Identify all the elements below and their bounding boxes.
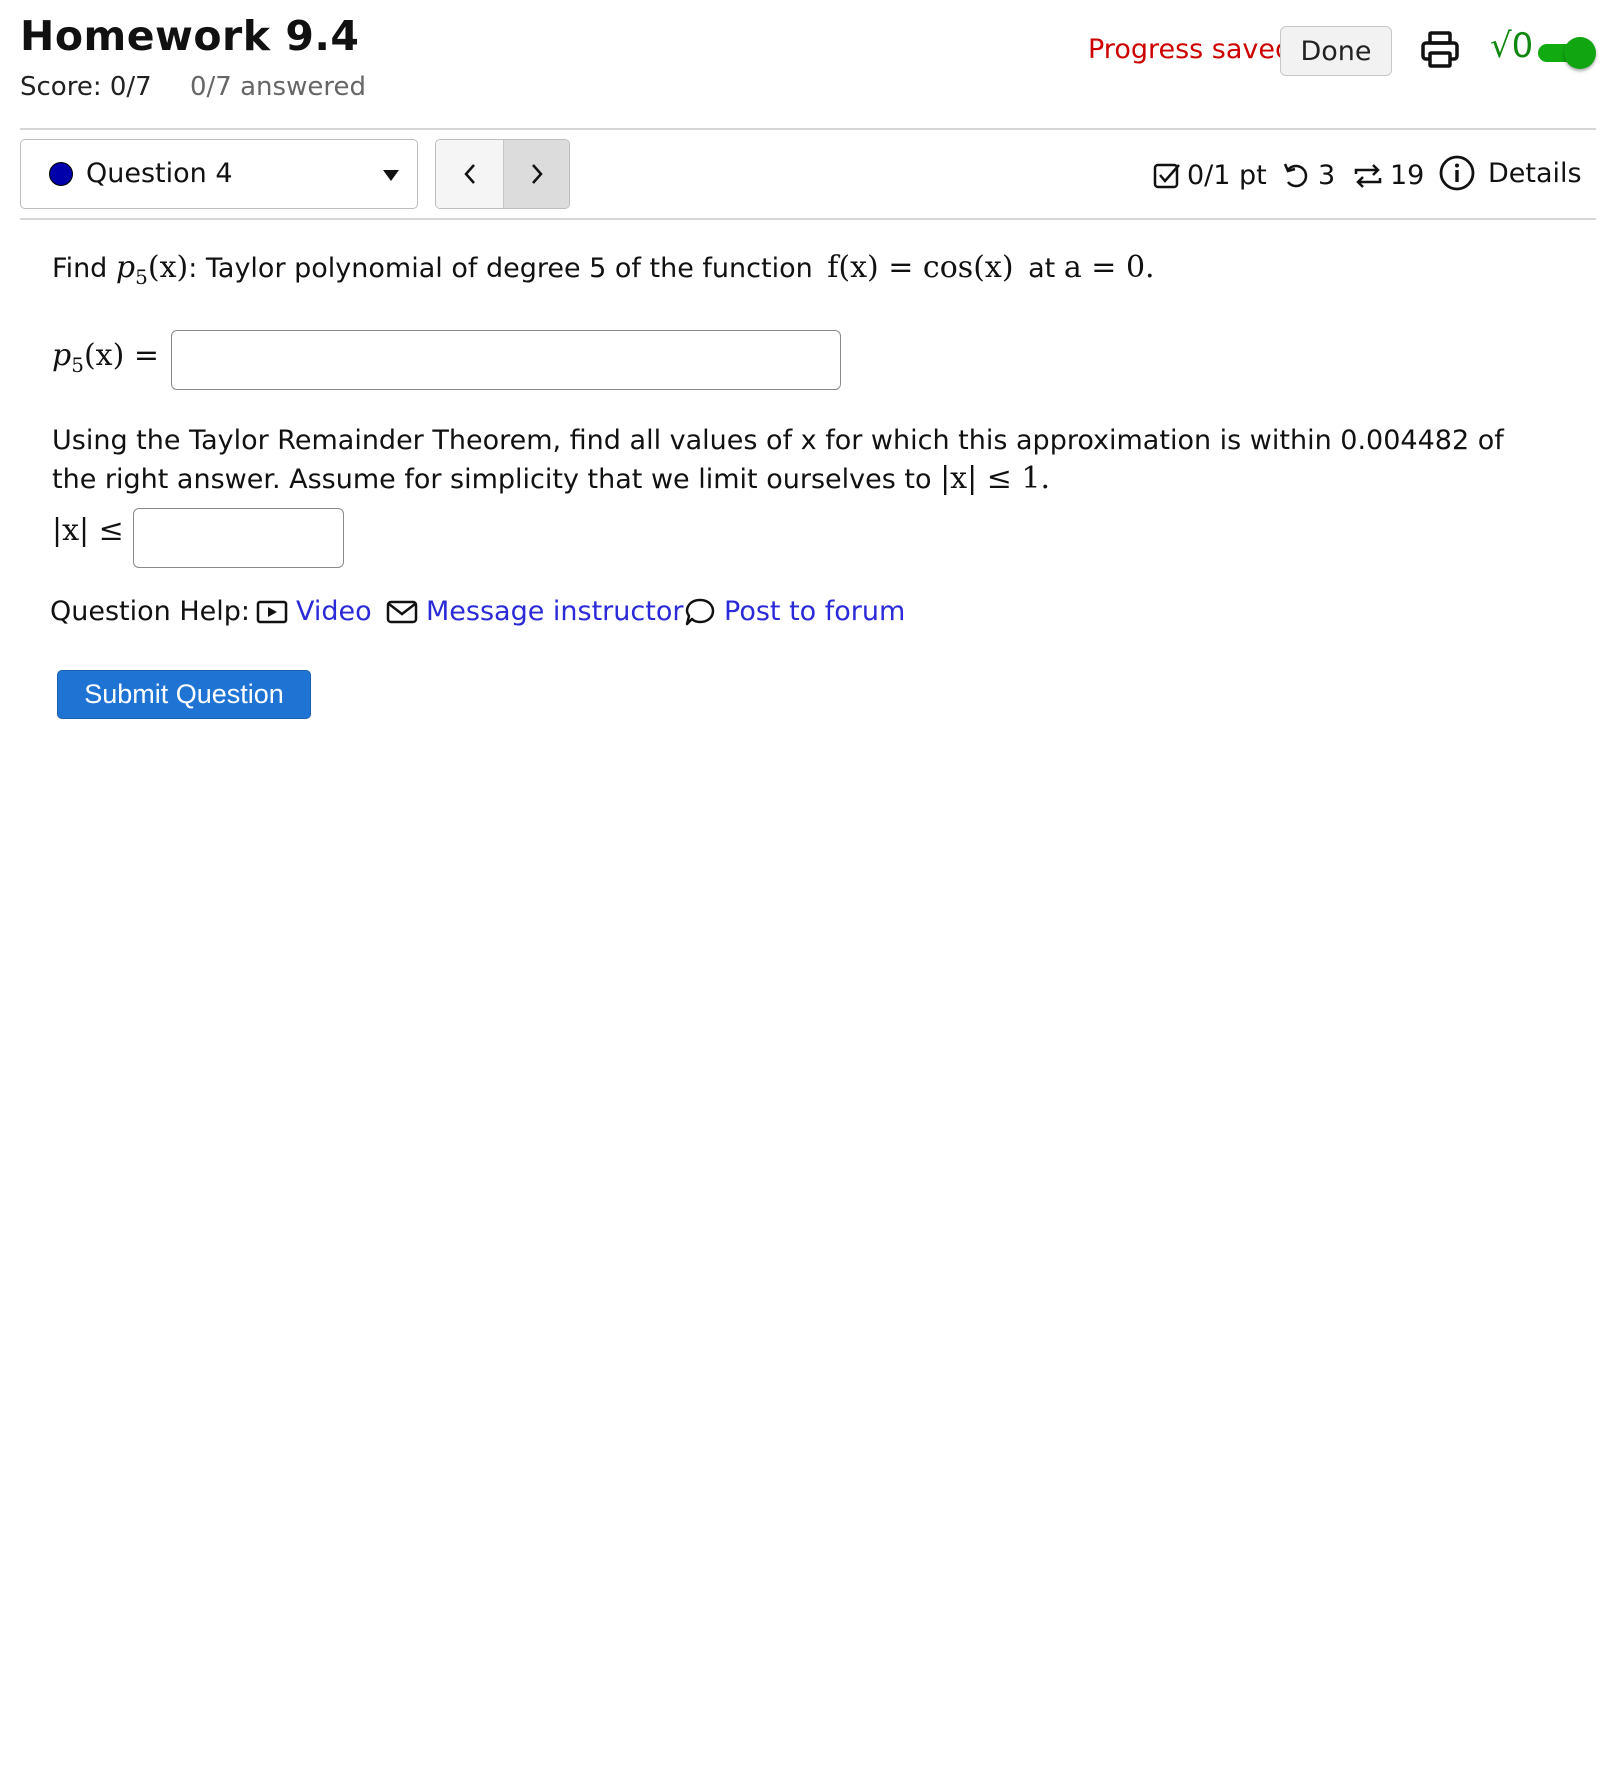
abs-limit-expression: |x| ≤ 1.	[940, 461, 1051, 496]
taylor-polynomial-input[interactable]	[171, 330, 841, 390]
message-instructor-link[interactable]: Message instructor	[386, 596, 683, 627]
p5-answer-symbol: p5(x) =	[52, 338, 159, 377]
progress-status: Progress saved	[1088, 34, 1293, 65]
find-text: : Taylor polynomial of degree 5 of the f…	[188, 253, 813, 284]
video-icon	[256, 600, 288, 623]
points-text: 0/1 pt	[1187, 160, 1267, 191]
page-title: Homework 9.4	[20, 12, 360, 60]
question-select[interactable]: Question 4	[20, 139, 418, 209]
question-select-label: Question 4	[86, 158, 233, 189]
info-icon	[1439, 155, 1475, 191]
post-to-forum-link[interactable]: Post to forum	[684, 596, 905, 627]
remainder-line-1: Using the Taylor Remainder Theorem, find…	[52, 425, 1504, 456]
answer1-label: p5(x) =	[52, 338, 159, 377]
at-label: at	[1028, 253, 1056, 284]
details-label: Details	[1488, 157, 1582, 189]
center-expression: a = 0.	[1063, 250, 1155, 285]
envelope-icon	[386, 600, 418, 623]
math-entry-toggle[interactable]	[1538, 37, 1596, 69]
question-help-label: Question Help:	[50, 596, 250, 627]
video-link[interactable]: Video	[256, 596, 372, 627]
toggle-knob	[1564, 37, 1596, 69]
points-indicator: 0/1 pt	[1153, 160, 1267, 191]
remainder-line-2: the right answer. Assume for simplicity …	[52, 461, 1051, 496]
answered-count: 0/7 answered	[190, 72, 366, 102]
previous-question-button[interactable]	[436, 140, 504, 208]
submit-question-button[interactable]: Submit Question	[57, 670, 311, 719]
chevron-right-icon	[531, 164, 543, 184]
header-divider	[20, 128, 1596, 130]
answer2-label: |x| ≤	[52, 513, 124, 548]
done-button[interactable]: Done	[1280, 26, 1392, 76]
question-status-dot	[49, 162, 73, 186]
math-entry-icon: √0	[1490, 26, 1534, 66]
score-text: Score: 0/7	[20, 72, 152, 102]
function-expression: f(x) = cos(x)	[827, 250, 1014, 285]
repeat-icon	[1354, 163, 1382, 188]
printer-icon[interactable]	[1420, 30, 1460, 70]
problem-statement: Find p5(x): Taylor polynomial of degree …	[52, 250, 1155, 289]
attempts-count: 19	[1390, 160, 1425, 191]
chevron-down-icon	[383, 170, 399, 181]
find-label: Find	[52, 253, 108, 284]
question-bar-divider	[20, 218, 1596, 220]
retries-count: 3	[1318, 160, 1336, 191]
next-question-button[interactable]	[504, 140, 569, 208]
retry-icon	[1283, 163, 1308, 187]
attempts-indicator: 19	[1352, 160, 1424, 191]
checkbox-icon	[1153, 163, 1180, 188]
chevron-left-icon	[463, 164, 475, 184]
x-bound-input[interactable]	[133, 508, 344, 568]
question-nav	[435, 139, 570, 209]
retries-indicator: 3	[1282, 160, 1335, 191]
details-link[interactable]: Details	[1438, 154, 1582, 192]
p5-symbol: p5(x)	[115, 250, 189, 289]
chat-bubble-icon	[685, 598, 715, 625]
